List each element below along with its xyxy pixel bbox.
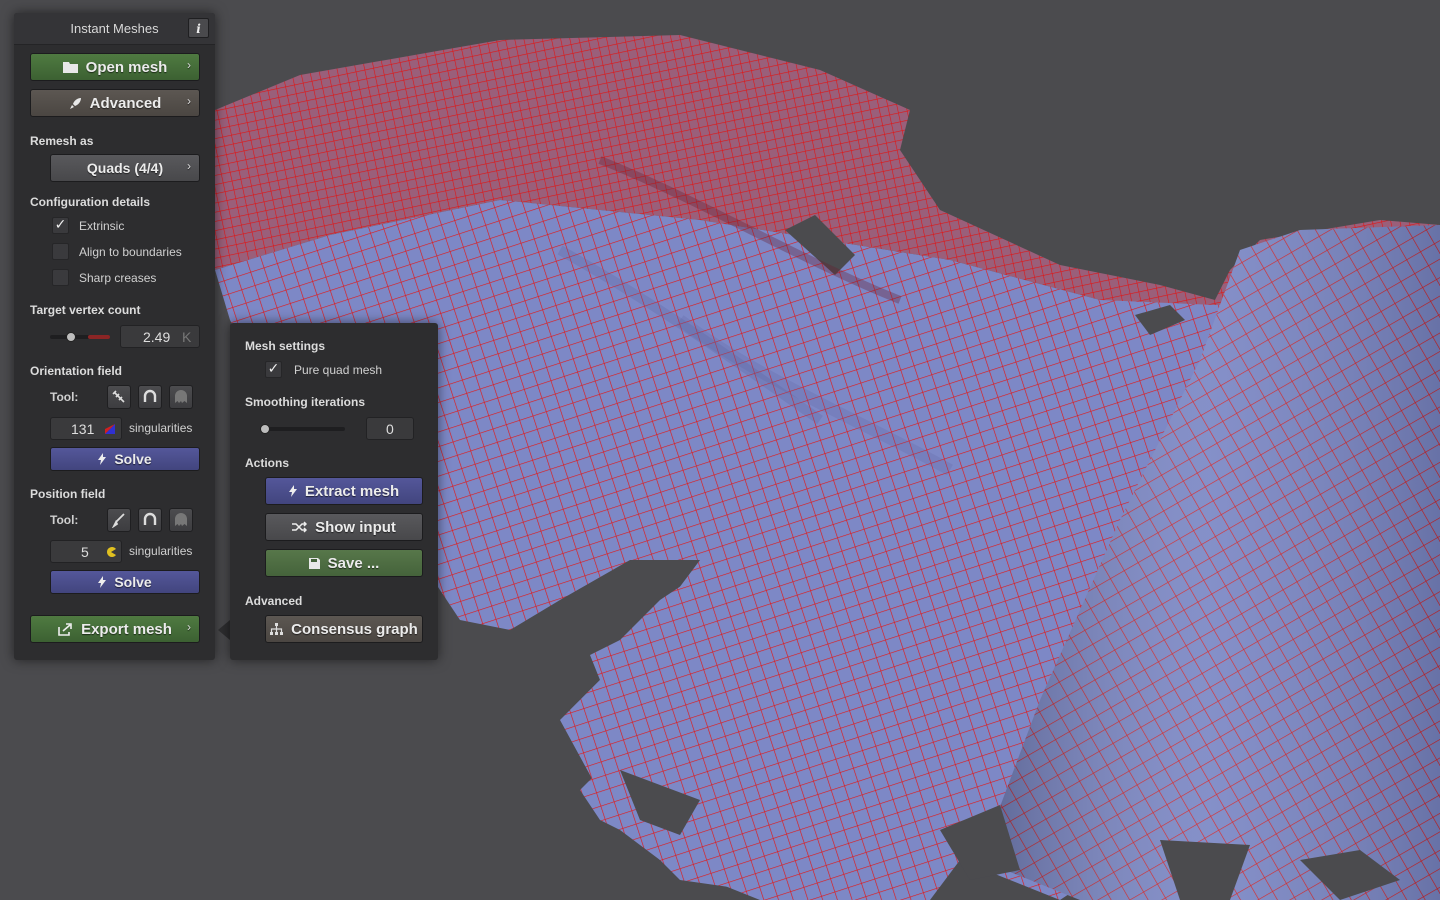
export-mesh-button[interactable]: Export mesh › [30, 615, 200, 643]
advanced-button[interactable]: Advanced › [30, 89, 200, 117]
extract-mesh-label: Extract mesh [304, 482, 400, 500]
extrinsic-checkbox[interactable]: ✓ [52, 217, 69, 234]
app-title: Instant Meshes [70, 21, 159, 36]
orientation-tool-label: Tool: [50, 390, 79, 404]
actions-label: Actions [245, 456, 290, 470]
align-boundaries-checkbox[interactable] [52, 243, 69, 260]
position-attractor-tool[interactable] [138, 508, 162, 532]
position-scare-tool[interactable] [169, 508, 193, 532]
mesh-viewport[interactable] [0, 0, 1440, 900]
folder-icon [62, 62, 78, 73]
info-button[interactable]: i [188, 18, 209, 38]
smoothing-input[interactable]: 0 [366, 417, 414, 440]
lightning-icon [288, 485, 297, 497]
orientation-singularities-value: 131 [71, 421, 95, 437]
export-popup: Mesh settings ✓ Pure quad mesh Smoothing… [230, 323, 438, 660]
rocket-icon [69, 97, 81, 109]
smoothing-value: 0 [386, 421, 394, 437]
extrinsic-label: Extrinsic [79, 219, 125, 233]
advanced-label: Advanced [89, 94, 162, 112]
export-icon [58, 622, 72, 636]
sharp-creases-label: Sharp creases [79, 271, 157, 285]
pacman-icon [107, 547, 116, 557]
orientation-field-label: Orientation field [30, 364, 123, 378]
lightning-icon [98, 576, 107, 588]
extract-mesh-button[interactable]: Extract mesh [265, 477, 423, 505]
comb-icon [112, 390, 125, 403]
chevron-right-icon: › [187, 94, 191, 108]
lightning-icon [98, 453, 107, 465]
remesh-as-value: Quads (4/4) [86, 160, 164, 176]
pure-quad-checkbox[interactable]: ✓ [265, 361, 282, 378]
position-tool-label: Tool: [50, 513, 79, 527]
target-vertex-label: Target vertex count [30, 303, 141, 317]
floppy-disk-icon [308, 557, 320, 569]
save-label: Save ... [327, 554, 380, 572]
orientation-attractor-tool[interactable] [138, 385, 162, 409]
orientation-singularities-label: singularities [129, 421, 193, 435]
open-mesh-button[interactable]: Open mesh › [30, 53, 200, 81]
sharp-creases-checkbox[interactable] [52, 269, 69, 286]
position-solve-button[interactable]: Solve [50, 570, 200, 594]
position-singularities-input: 5 [50, 540, 122, 563]
align-boundaries-label: Align to boundaries [79, 245, 182, 259]
orientation-solve-button[interactable]: Solve [50, 447, 200, 471]
panel-titlebar[interactable]: Instant Meshes i [14, 13, 215, 45]
chevron-right-icon: › [187, 159, 191, 173]
smoothing-label: Smoothing iterations [245, 395, 365, 409]
smoothing-slider-knob[interactable] [260, 424, 270, 434]
show-input-button[interactable]: Show input [265, 513, 423, 541]
consensus-graph-button[interactable]: Consensus graph [265, 615, 423, 643]
singularity-color-icon [105, 424, 115, 434]
position-brush-tool[interactable] [107, 508, 131, 532]
target-vertex-value: 2.49 [143, 329, 171, 345]
sitemap-icon [270, 623, 284, 635]
remesh-as-dropdown[interactable]: Quads (4/4) › [50, 154, 200, 182]
shuffle-icon [292, 521, 308, 533]
orientation-singularities-input: 131 [50, 417, 122, 440]
export-mesh-label: Export mesh [81, 620, 172, 638]
orientation-comb-tool[interactable] [107, 385, 131, 409]
show-input-label: Show input [315, 518, 396, 536]
save-button[interactable]: Save ... [265, 549, 423, 577]
position-solve-label: Solve [114, 574, 152, 590]
popup-arrow [218, 620, 230, 640]
config-details-label: Configuration details [30, 195, 150, 209]
position-field-label: Position field [30, 487, 106, 501]
magnet-icon [143, 389, 157, 402]
ghost-icon [175, 513, 187, 526]
position-singularities-label: singularities [129, 544, 193, 558]
target-vertex-slider-fill [88, 335, 110, 339]
popup-advanced-label: Advanced [245, 594, 303, 608]
chevron-right-icon: › [187, 58, 191, 72]
target-vertex-slider-knob[interactable] [66, 332, 76, 342]
orientation-solve-label: Solve [114, 451, 152, 467]
consensus-graph-label: Consensus graph [291, 620, 418, 638]
position-singularities-value: 5 [81, 544, 89, 560]
main-panel: Instant Meshes i Open mesh › Advanced › … [14, 13, 215, 660]
mesh-settings-label: Mesh settings [245, 339, 326, 353]
target-vertex-input[interactable]: 2.49 K [120, 325, 200, 348]
pure-quad-label: Pure quad mesh [294, 363, 383, 377]
ghost-icon [175, 390, 187, 403]
target-vertex-unit: K [182, 329, 192, 345]
orientation-scare-tool[interactable] [169, 385, 193, 409]
brush-icon [111, 513, 125, 528]
smoothing-slider[interactable] [260, 427, 345, 431]
open-mesh-label: Open mesh [85, 58, 168, 76]
chevron-right-icon: › [187, 620, 191, 634]
remesh-as-label: Remesh as [30, 134, 94, 148]
magnet-icon [143, 512, 157, 525]
